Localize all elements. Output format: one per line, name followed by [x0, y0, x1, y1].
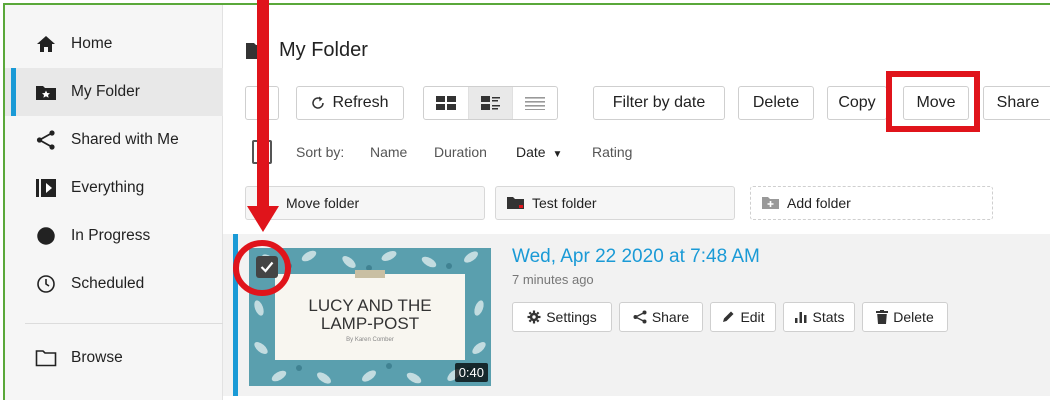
- folder-icon: [246, 43, 268, 59]
- filter-by-date-button[interactable]: Filter by date: [593, 86, 725, 120]
- sort-by-label: Sort by:: [296, 144, 345, 160]
- refresh-label: Refresh: [332, 94, 389, 111]
- sidebar-item-label: In Progress: [71, 227, 151, 244]
- select-all-checkbox[interactable]: [252, 140, 272, 164]
- add-folder-icon: [762, 197, 779, 209]
- folder-label: Add folder: [787, 195, 851, 211]
- session-row[interactable]: LUCY AND THE LAMP-POST By Karen Comber 0…: [223, 234, 1050, 396]
- view-toggle-group: [423, 86, 558, 120]
- share-icon: [633, 310, 647, 324]
- stats-label: Stats: [812, 309, 845, 325]
- stats-button[interactable]: Stats: [783, 302, 855, 332]
- sort-option-rating[interactable]: Rating: [592, 144, 632, 160]
- session-delete-button[interactable]: Delete: [862, 302, 948, 332]
- folder-icon: [507, 197, 524, 209]
- delete-button[interactable]: Delete: [738, 86, 814, 120]
- share-icon: [35, 129, 57, 151]
- sidebar-item-in-progress[interactable]: In Progress: [5, 212, 223, 260]
- sort-option-date-label: Date: [516, 144, 546, 160]
- settings-label: Settings: [546, 309, 597, 325]
- main-content: My Folder Refresh Filter by date Delete …: [223, 5, 1050, 400]
- share-label: Share: [651, 309, 690, 325]
- sort-option-duration[interactable]: Duration: [434, 144, 487, 160]
- share-button[interactable]: Share: [983, 86, 1050, 120]
- page-header: My Folder: [245, 39, 368, 62]
- session-thumbnail[interactable]: LUCY AND THE LAMP-POST By Karen Comber 0…: [249, 248, 491, 386]
- sidebar: Home My Folder Shared with Me Everything…: [5, 5, 223, 400]
- sidebar-item-label: Scheduled: [71, 275, 145, 292]
- detail-view-button[interactable]: [468, 87, 514, 119]
- folder-move-folder[interactable]: Move folder: [245, 186, 485, 220]
- move-button[interactable]: Move: [903, 86, 969, 120]
- play-library-icon: [35, 177, 57, 199]
- settings-button[interactable]: Settings: [512, 302, 612, 332]
- thumbnail-title-card: LUCY AND THE LAMP-POST By Karen Comber: [275, 270, 465, 360]
- sidebar-item-home[interactable]: Home: [5, 20, 223, 68]
- session-title-link[interactable]: Wed, Apr 22 2020 at 7:48 AM: [512, 246, 760, 268]
- sidebar-item-scheduled[interactable]: Scheduled: [5, 260, 223, 308]
- half-circle-icon: [35, 225, 57, 247]
- copy-button[interactable]: Copy: [827, 86, 887, 120]
- refresh-button[interactable]: Refresh: [296, 86, 404, 120]
- sidebar-item-browse[interactable]: Browse: [5, 334, 223, 382]
- page-title: My Folder: [279, 39, 368, 61]
- thumbnail-clip: [355, 270, 385, 278]
- sidebar-item-label: My Folder: [71, 83, 140, 100]
- bar-chart-icon: [794, 312, 807, 323]
- sidebar-item-label: Everything: [71, 179, 145, 196]
- add-folder-button[interactable]: Add folder: [750, 186, 993, 220]
- folder-outline-icon: [35, 347, 57, 369]
- trash-icon: [876, 310, 889, 324]
- checkmark-icon: [260, 261, 274, 273]
- clock-icon: [35, 273, 57, 295]
- list-view-icon: [525, 97, 546, 110]
- home-icon: [35, 33, 57, 55]
- sidebar-item-everything[interactable]: Everything: [5, 164, 223, 212]
- caret-down-icon: ▼: [552, 149, 563, 160]
- grid-view-button[interactable]: [424, 87, 469, 119]
- folder-label: Move folder: [286, 195, 360, 211]
- session-share-button[interactable]: Share: [619, 302, 703, 332]
- pencil-icon: [723, 311, 734, 322]
- folder-test-folder[interactable]: Test folder: [495, 186, 735, 220]
- edit-label: Edit: [740, 309, 765, 325]
- session-checkbox[interactable]: [256, 256, 278, 278]
- sidebar-item-label: Home: [71, 35, 113, 52]
- refresh-icon: [312, 96, 325, 109]
- sidebar-item-label: Shared with Me: [71, 131, 179, 148]
- session-time-ago: 7 minutes ago: [512, 272, 594, 287]
- sort-option-name[interactable]: Name: [370, 144, 407, 160]
- delete-label: Delete: [893, 309, 934, 325]
- gear-icon: [527, 310, 541, 324]
- sidebar-item-shared-with-me[interactable]: Shared with Me: [5, 116, 223, 164]
- toolbar-blank-button[interactable]: [245, 86, 279, 120]
- sidebar-item-label: Browse: [71, 349, 123, 366]
- detail-view-icon: [480, 96, 500, 110]
- list-view-button[interactable]: [513, 87, 557, 119]
- app-frame: Home My Folder Shared with Me Everything…: [3, 3, 1050, 400]
- duration-badge: 0:40: [454, 363, 488, 382]
- edit-button[interactable]: Edit: [710, 302, 776, 332]
- folder-label: Test folder: [532, 195, 597, 211]
- thumbnail-title: LUCY AND THE LAMP-POST: [308, 296, 432, 333]
- sidebar-item-my-folder[interactable]: My Folder: [5, 68, 223, 116]
- folder-star-icon: [35, 81, 57, 103]
- thumbnail-author: By Karen Comber: [346, 337, 394, 343]
- sort-option-date[interactable]: Date ▼: [516, 144, 562, 160]
- grid-view-icon: [435, 96, 456, 110]
- sidebar-divider: [25, 323, 223, 324]
